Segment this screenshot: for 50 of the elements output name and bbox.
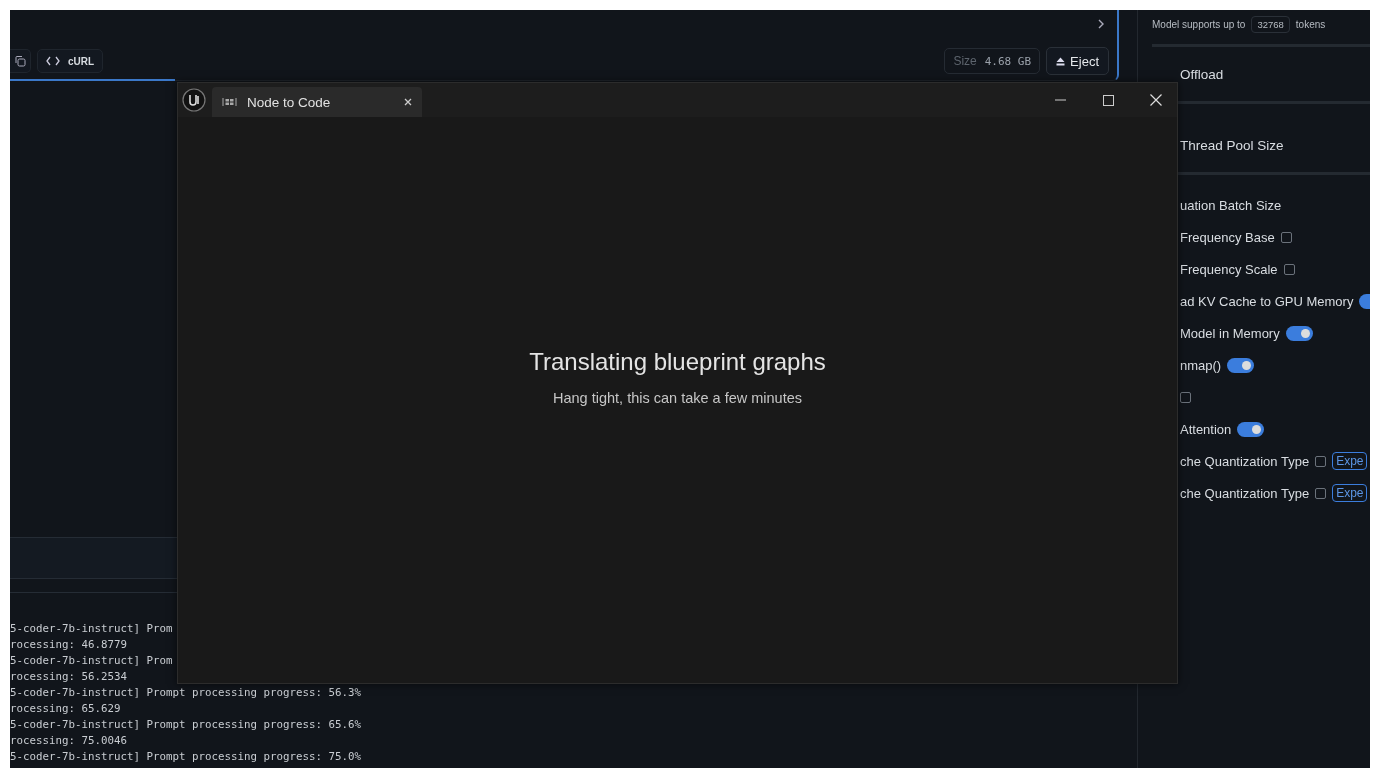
toggle-switch[interactable] [1285,325,1313,341]
context-note: tokens [1295,18,1326,30]
chevron-right-icon[interactable] [1097,19,1105,29]
code-icon [46,56,60,66]
eject-button[interactable]: Eject [1046,47,1109,75]
checkbox[interactable] [1315,487,1327,499]
document-tab[interactable]: Node to Code [212,87,422,117]
log-line: 5-coder-7b-instruct] Prompt processing progress: 75.0% [10,749,362,765]
setting-label: Attention [1180,421,1232,437]
token-count: 32768 [1251,15,1290,33]
setting-label: che Quantization Type [1180,453,1310,469]
setting-label: nmap() [1180,357,1222,373]
log-line: rocessing: 75.0046 [10,733,128,749]
toggle-switch[interactable] [1227,357,1255,373]
curl-button[interactable]: cURL [37,49,104,73]
log-line: 5-coder-7b-instruct] Prom [10,621,174,637]
log-line: 5-coder-7b-instruct] Prompt processing progress: 65.6% [10,717,362,733]
eject-icon [1056,56,1066,66]
experimental-tag: Expe [1332,484,1368,502]
copy-button[interactable] [10,49,31,73]
log-line: rocessing: 56.2534 [10,669,128,685]
log-line: rocessing: 65.629 [10,701,122,717]
close-icon [1150,94,1162,106]
setting-label: uation Batch Size [1180,197,1282,213]
checkbox[interactable] [1283,263,1295,275]
app-logo-icon [182,88,206,112]
copy-icon [14,55,26,67]
experimental-tag: Expe [1332,452,1368,470]
table-icon [222,97,237,107]
section-heading: Offload [1180,66,1224,82]
checkbox[interactable] [1280,231,1292,243]
setting-label: ad KV Cache to GPU Memory [1180,293,1354,309]
loading-heading: Translating blueprint graphs [529,348,826,376]
section-heading: Thread Pool Size [1180,137,1284,153]
minimize-icon [1054,99,1066,101]
log-line: 5-coder-7b-instruct] Prompt processing progress: 56.3% [10,685,362,701]
model-size-chip: Size 4.68 GB [944,48,1041,74]
setting-label: Frequency Scale [1180,261,1278,277]
checkbox[interactable] [1180,391,1191,403]
close-icon[interactable] [404,98,412,106]
checkbox[interactable] [1315,455,1327,467]
loading-subtitle: Hang tight, this can take a few minutes [552,390,803,406]
setting-label: Frequency Base [1180,229,1275,245]
maximize-icon [1102,94,1114,106]
context-note: Model supports up to [1152,18,1246,30]
setting-label: Model in Memory [1180,325,1280,341]
log-line: 5-coder-7b-instruct] Prom [10,653,174,669]
log-line: rocessing: 46.8779 [10,637,128,653]
toggle-switch[interactable] [1237,421,1265,437]
setting-label: che Quantization Type [1180,485,1310,501]
